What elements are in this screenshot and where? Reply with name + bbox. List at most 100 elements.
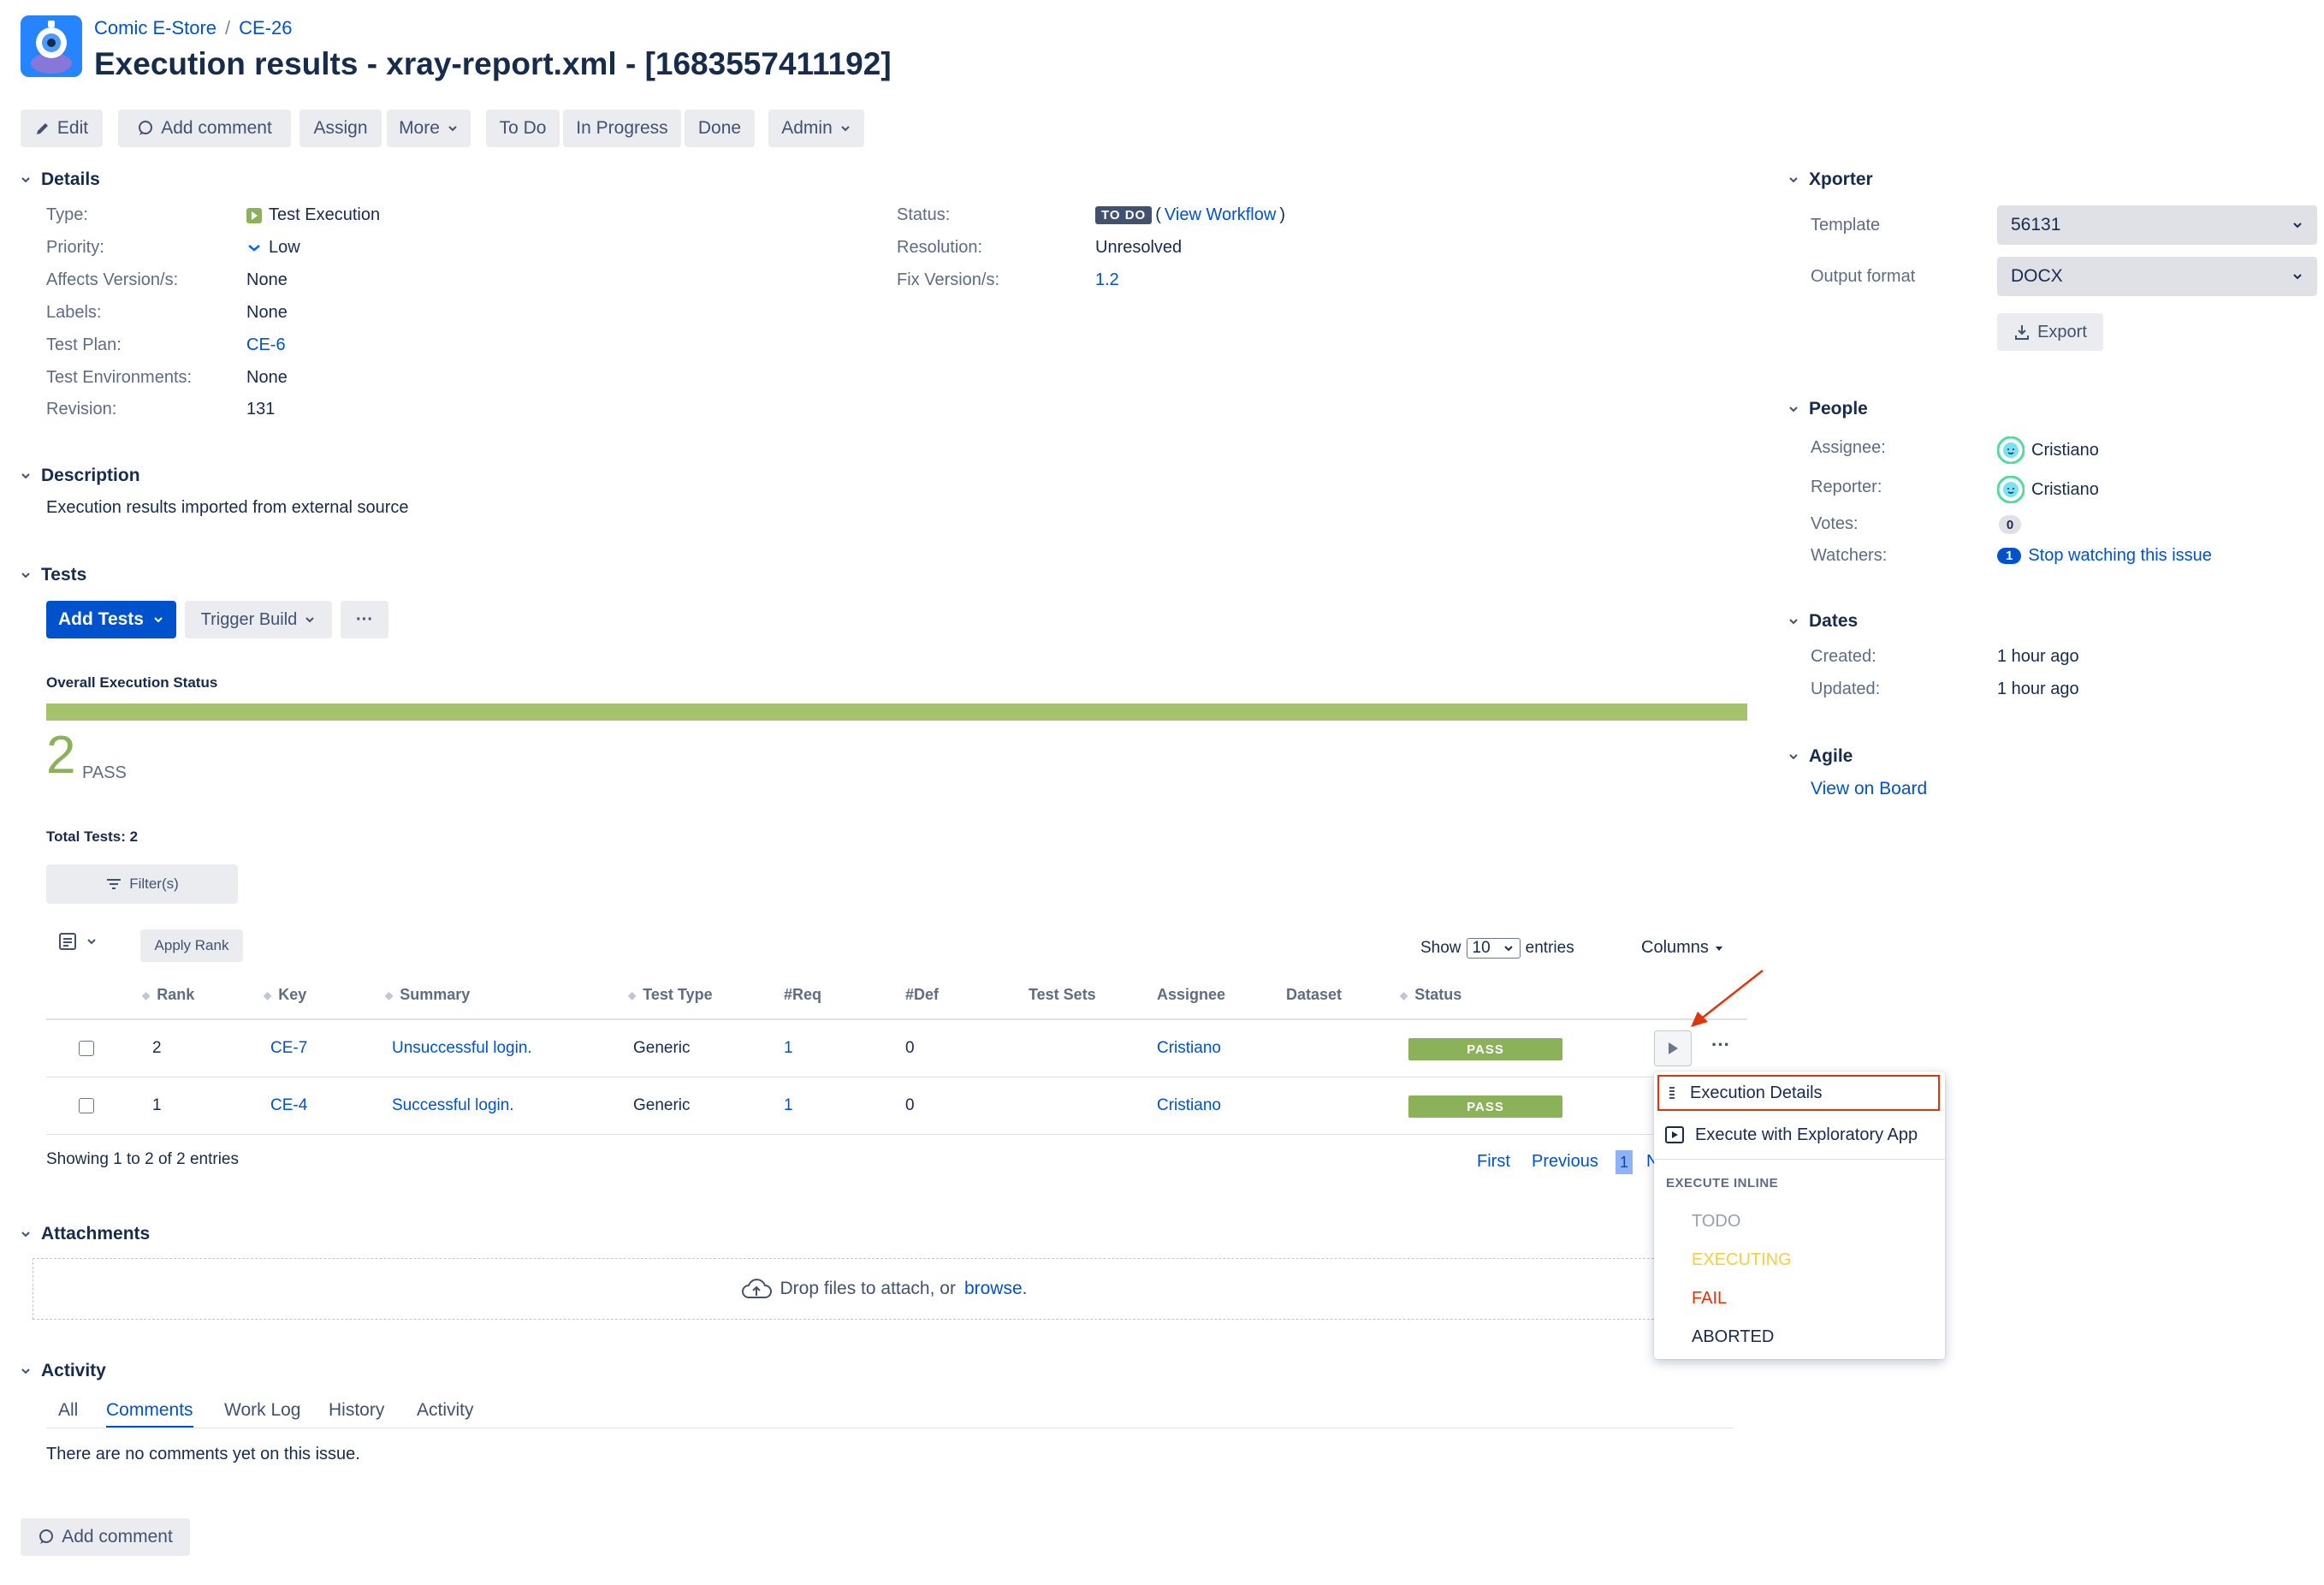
votes-label: Votes: — [1811, 514, 1859, 533]
entries-label: entries — [1525, 939, 1574, 957]
column-header-test-type-label: Test Type — [643, 986, 713, 1003]
column-header-summary[interactable]: ◆ Summary — [385, 986, 470, 1004]
watchers-count-badge[interactable]: 1 — [1997, 548, 2022, 564]
execute-button[interactable] — [1654, 1030, 1692, 1066]
row-req-link[interactable]: 1 — [784, 1096, 793, 1115]
description-section-toggle[interactable]: Description — [21, 466, 140, 486]
column-header-test-type[interactable]: ◆ Test Type — [628, 986, 713, 1004]
test-plan-link[interactable]: CE-6 — [246, 335, 286, 355]
breadcrumb-project-link[interactable]: Comic E-Store — [94, 17, 216, 39]
pager-first[interactable]: First — [1477, 1152, 1510, 1172]
column-header-assignee[interactable]: Assignee — [1157, 986, 1225, 1004]
fix-version-link[interactable]: 1.2 — [1095, 270, 1119, 290]
tests-more-button[interactable]: ··· — [341, 601, 388, 638]
edit-button[interactable]: Edit — [21, 110, 103, 147]
column-header-def[interactable]: #Def — [905, 986, 939, 1004]
agile-section-toggle[interactable]: Agile — [1788, 746, 1853, 767]
template-select[interactable]: 56131 — [1997, 205, 2317, 245]
column-header-status-label: Status — [1414, 986, 1462, 1003]
add-comment-button[interactable]: Add comment — [118, 110, 291, 147]
type-value: Test Execution — [246, 205, 380, 225]
attachments-section-toggle[interactable]: Attachments — [21, 1224, 150, 1244]
showing-entries-text: Showing 1 to 2 of 2 entries — [46, 1150, 239, 1168]
breadcrumb: Comic E-Store / CE-26 — [94, 17, 293, 39]
more-button-label: More — [399, 118, 440, 138]
stop-watching-link[interactable]: Stop watching this issue — [2028, 546, 2212, 566]
to-do-button[interactable]: To Do — [486, 110, 560, 147]
row-assignee-link[interactable]: Cristiano — [1157, 1096, 1221, 1115]
column-header-dataset[interactable]: Dataset — [1286, 986, 1342, 1004]
add-comment-bottom-button[interactable]: Add comment — [21, 1518, 190, 1556]
play-icon — [1669, 1042, 1678, 1054]
output-format-select[interactable]: DOCX — [1997, 257, 2317, 296]
assign-button[interactable]: Assign — [299, 110, 382, 147]
apply-rank-button[interactable]: Apply Rank — [140, 929, 243, 962]
column-header-test-sets[interactable]: Test Sets — [1029, 986, 1096, 1004]
column-header-req[interactable]: #Req — [784, 986, 821, 1004]
columns-button[interactable]: Columns — [1641, 938, 1724, 958]
menu-item-execution-details[interactable]: Execution Details — [1657, 1075, 1940, 1111]
people-section-toggle[interactable]: People — [1788, 399, 1868, 419]
browse-link[interactable]: browse. — [964, 1279, 1028, 1299]
tab-comments[interactable]: Comments — [106, 1400, 193, 1428]
row-more-actions-button[interactable]: ··· — [1711, 1034, 1730, 1056]
comment-icon — [139, 121, 153, 135]
xporter-section-toggle[interactable]: Xporter — [1788, 169, 1873, 190]
trigger-build-button[interactable]: Trigger Build — [185, 601, 332, 638]
column-header-status[interactable]: ◆ Status — [1400, 986, 1461, 1004]
column-header-key[interactable]: ◆ Key — [264, 986, 306, 1004]
breadcrumb-issue-link[interactable]: CE-26 — [239, 17, 292, 39]
people-header: People — [1809, 399, 1868, 419]
assignee-value[interactable]: Cristiano — [1997, 436, 2099, 464]
add-tests-button[interactable]: Add Tests — [46, 601, 176, 638]
column-chooser-button[interactable] — [58, 931, 98, 952]
menu-item-exploratory-app-label: Execute with Exploratory App — [1695, 1125, 1918, 1144]
entries-select[interactable]: 10 — [1466, 938, 1521, 959]
row-rank: 1 — [152, 1096, 162, 1114]
tests-section-toggle[interactable]: Tests — [21, 565, 86, 585]
attachments-drop-zone[interactable]: Drop files to attach, or browse. — [33, 1258, 1735, 1320]
project-avatar[interactable] — [21, 15, 82, 77]
pass-count: 2 — [46, 726, 76, 785]
row-key-link[interactable]: CE-7 — [270, 1039, 307, 1058]
filters-button[interactable]: Filter(s) — [46, 864, 238, 904]
row-req-link[interactable]: 1 — [784, 1039, 793, 1058]
row-summary-link[interactable]: Successful login. — [392, 1096, 514, 1115]
view-on-board-link[interactable]: View on Board — [1811, 779, 1927, 799]
votes-count-badge[interactable]: 0 — [1999, 515, 2021, 534]
more-button[interactable]: More — [387, 110, 471, 147]
in-progress-button[interactable]: In Progress — [563, 110, 681, 147]
pager-current-page[interactable]: 1 — [1616, 1150, 1633, 1174]
tab-all[interactable]: All — [58, 1400, 78, 1421]
row-summary-link[interactable]: Unsuccessful login. — [392, 1039, 532, 1058]
view-workflow-link[interactable]: View Workflow — [1165, 205, 1276, 225]
row-assignee-link[interactable]: Cristiano — [1157, 1039, 1221, 1058]
tab-history[interactable]: History — [329, 1400, 384, 1421]
updated-value: 1 hour ago — [1997, 680, 2079, 698]
pager-previous[interactable]: Previous — [1532, 1152, 1598, 1172]
details-section-toggle[interactable]: Details — [21, 169, 100, 190]
row-status-badge: PASS — [1408, 1095, 1562, 1118]
row-checkbox[interactable] — [79, 1041, 94, 1056]
done-button[interactable]: Done — [685, 110, 755, 147]
export-button[interactable]: Export — [1997, 313, 2103, 351]
dates-section-toggle[interactable]: Dates — [1788, 611, 1858, 632]
reporter-value[interactable]: Cristiano — [1997, 476, 2099, 503]
admin-button[interactable]: Admin — [768, 110, 864, 147]
details-list-icon — [1669, 1087, 1675, 1099]
row-key-link[interactable]: CE-4 — [270, 1096, 307, 1115]
column-header-rank[interactable]: ◆ Rank — [142, 986, 194, 1004]
activity-section-toggle[interactable]: Activity — [21, 1361, 106, 1381]
row-checkbox[interactable] — [79, 1098, 94, 1113]
tab-work-log[interactable]: Work Log — [224, 1400, 301, 1421]
overall-execution-status-label: Overall Execution Status — [46, 674, 218, 691]
menu-item-fail[interactable]: FAIL — [1692, 1289, 1727, 1309]
priority-label: Priority: — [46, 238, 104, 257]
menu-item-aborted[interactable]: ABORTED — [1692, 1327, 1774, 1347]
tab-activity[interactable]: Activity — [417, 1400, 474, 1421]
apply-rank-button-label: Apply Rank — [154, 937, 229, 953]
menu-item-executing[interactable]: EXECUTING — [1692, 1250, 1792, 1270]
admin-button-label: Admin — [781, 118, 833, 138]
menu-item-exploratory-app[interactable]: Execute with Exploratory App — [1654, 1118, 1955, 1152]
menu-item-todo[interactable]: TODO — [1692, 1212, 1740, 1232]
